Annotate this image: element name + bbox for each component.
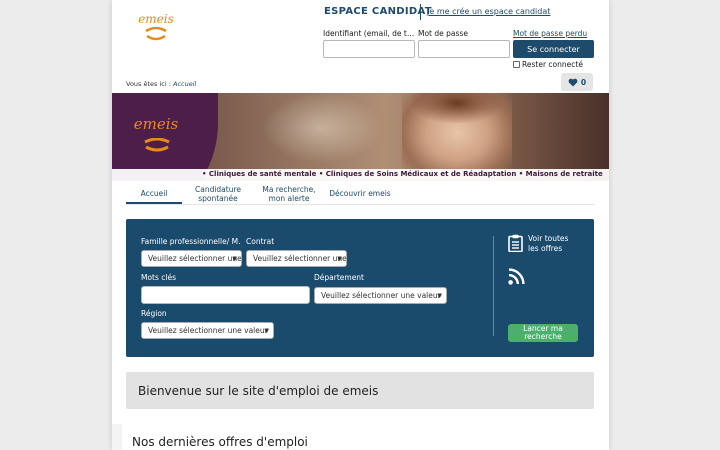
breadcrumb-current[interactable]: Accueil bbox=[173, 80, 196, 88]
remember-me[interactable]: Rester connecté bbox=[513, 60, 583, 69]
identifiant-label: Identifiant (email, de ty… bbox=[323, 29, 415, 38]
famille-select[interactable]: Veuillez sélectionner une valeur ▼ bbox=[141, 250, 242, 267]
header-divider bbox=[420, 4, 421, 20]
voir-offres-line1: Voir toutes bbox=[528, 234, 569, 243]
identifiant-input[interactable] bbox=[323, 40, 415, 58]
region-select[interactable]: Veuillez sélectionner une valeur ▼ bbox=[141, 322, 274, 339]
nav-divider bbox=[126, 204, 594, 205]
heart-icon bbox=[568, 78, 578, 86]
chevron-down-icon: ▼ bbox=[232, 255, 237, 262]
password-label: Mot de passe bbox=[418, 29, 468, 38]
welcome-banner: Bienvenue sur le site d'emploi de emeis bbox=[126, 372, 594, 409]
launch-line2: recherche bbox=[524, 332, 562, 341]
connect-button[interactable]: Se connecter bbox=[513, 40, 594, 58]
mots-cles-input[interactable] bbox=[141, 286, 310, 304]
remember-label: Rester connecté bbox=[522, 60, 583, 69]
logo-swoosh-icon bbox=[145, 27, 167, 41]
logo-text: emeis bbox=[138, 12, 174, 26]
breadcrumb-prefix: Vous êtes ici : bbox=[126, 80, 171, 88]
voir-toutes-offres-link[interactable]: Voir toutes les offres bbox=[508, 234, 568, 254]
tab-label-line1: Candidature bbox=[194, 185, 241, 194]
tab-candidature-spontanee[interactable]: Candidature spontanée bbox=[190, 185, 246, 203]
espace-candidat-title: ESPACE CANDIDAT bbox=[324, 6, 432, 17]
tab-decouvrir-emeis[interactable]: Découvrir emeis bbox=[328, 189, 392, 198]
banner-brand-panel bbox=[112, 93, 218, 181]
departement-select-value: Veuillez sélectionner une valeur bbox=[321, 291, 441, 300]
banner-tagline: • Cliniques de santé mentale • Cliniques… bbox=[202, 170, 603, 178]
banner-logo-text: emeis bbox=[133, 115, 179, 133]
latest-offers-title: Nos dernières offres d'emploi bbox=[132, 435, 308, 449]
welcome-text: Bienvenue sur le site d'emploi de emeis bbox=[138, 383, 379, 398]
contrat-select[interactable]: Veuillez sélectionner une valeur ▼ bbox=[246, 250, 347, 267]
mots-cles-label: Mots clés bbox=[141, 273, 177, 282]
create-account-link[interactable]: Je me crée un espace candidat bbox=[427, 7, 550, 16]
famille-select-value: Veuillez sélectionner une valeur bbox=[148, 254, 242, 263]
tab-label-line2: spontanée bbox=[198, 194, 238, 203]
famille-label: Famille professionnelle/ M… bbox=[141, 237, 241, 246]
tab-label-line2: mon alerte bbox=[268, 194, 310, 203]
chevron-down-icon: ▼ bbox=[437, 292, 442, 299]
hero-banner: emeis • Cliniques de santé mentale • Cli… bbox=[112, 93, 609, 181]
contrat-label: Contrat bbox=[246, 237, 275, 246]
tab-ma-recherche[interactable]: Ma recherche, mon alerte bbox=[256, 185, 322, 203]
banner-photo-detail bbox=[412, 93, 502, 123]
clipboard-icon bbox=[508, 234, 523, 252]
region-select-value: Veuillez sélectionner une valeur bbox=[148, 326, 268, 335]
contrat-select-value: Veuillez sélectionner une valeur bbox=[253, 254, 347, 263]
lost-password-link[interactable]: Mot de passe perdu bbox=[513, 29, 587, 38]
voir-offres-line2: les offres bbox=[528, 244, 563, 253]
launch-search-button[interactable]: Lancer ma recherche bbox=[508, 324, 578, 342]
region-label: Région bbox=[141, 309, 167, 318]
tab-accueil[interactable]: Accueil bbox=[126, 189, 182, 198]
favorites-count: 0 bbox=[580, 77, 587, 87]
tab-label-line1: Ma recherche, bbox=[262, 185, 316, 194]
password-input[interactable] bbox=[418, 40, 510, 58]
rss-icon[interactable] bbox=[508, 268, 525, 285]
emeis-logo[interactable]: emeis bbox=[132, 10, 180, 44]
panel-divider bbox=[493, 236, 494, 336]
favorites-button[interactable]: 0 bbox=[561, 73, 593, 91]
departement-label: Département bbox=[314, 273, 364, 282]
banner-logo: emeis bbox=[126, 115, 186, 133]
chevron-down-icon: ▼ bbox=[337, 255, 342, 262]
voir-offres-text: Voir toutes les offres bbox=[528, 234, 568, 254]
banner-background bbox=[262, 93, 382, 163]
remember-checkbox[interactable] bbox=[513, 61, 520, 68]
departement-select[interactable]: Veuillez sélectionner une valeur ▼ bbox=[314, 287, 447, 304]
chevron-down-icon: ▼ bbox=[264, 327, 269, 334]
breadcrumb: Vous êtes ici : Accueil bbox=[126, 80, 196, 88]
page: emeis ESPACE CANDIDAT Je me crée un espa… bbox=[112, 0, 609, 450]
banner-logo-swoosh-icon bbox=[144, 138, 170, 152]
